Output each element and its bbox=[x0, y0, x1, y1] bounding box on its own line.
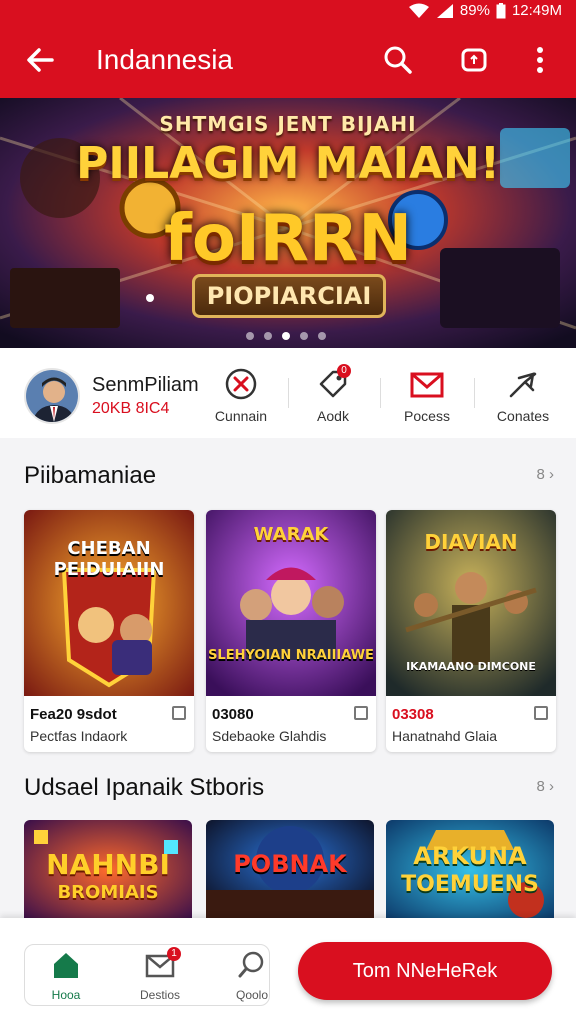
clock: 12:49M bbox=[511, 2, 562, 19]
game-card-art-title: NAHNBI bbox=[46, 848, 170, 881]
nav-item-search[interactable]: Qoolo bbox=[217, 951, 287, 1002]
divider bbox=[288, 378, 289, 408]
signal-icon bbox=[436, 3, 454, 19]
more-vertical-icon[interactable] bbox=[522, 42, 558, 78]
game-card-art-title: WARAK bbox=[253, 524, 329, 545]
mail-icon: 1 bbox=[145, 947, 181, 984]
carousel-dot[interactable] bbox=[246, 332, 254, 340]
chevron-right-icon: › bbox=[549, 466, 554, 483]
game-card-title: 03080 bbox=[212, 706, 254, 723]
game-card-subtitle: Sdebaoke Glahdis bbox=[212, 728, 327, 744]
divider bbox=[380, 378, 381, 408]
bottom-nav: Hooa 1 Destios Qoolo bbox=[24, 944, 270, 1006]
mail-icon bbox=[409, 366, 445, 402]
quick-action-aodk[interactable]: 0 Aodk bbox=[290, 364, 376, 426]
section-title: Udsael Ipanaik Stboris bbox=[24, 774, 265, 801]
game-card-art-title: DIAVIAN bbox=[424, 530, 518, 554]
carousel-dot[interactable] bbox=[264, 332, 272, 340]
quick-action-label: Cunnain bbox=[214, 408, 268, 424]
send-icon bbox=[505, 366, 541, 402]
notification-badge: 1 bbox=[167, 947, 181, 961]
game-card-art-subtitle: BROMIAIS bbox=[57, 882, 159, 903]
user-name[interactable]: SenmPiliam bbox=[92, 374, 199, 397]
quick-action-conates[interactable]: Conates bbox=[480, 366, 566, 426]
nav-item-label: Destios bbox=[139, 988, 180, 1002]
notification-badge: 0 bbox=[337, 364, 351, 378]
back-arrow-icon[interactable] bbox=[22, 42, 58, 78]
divider bbox=[474, 378, 475, 408]
status-bar: 89% 12:49M bbox=[0, 0, 576, 22]
nav-item-messages[interactable]: 1 Destios bbox=[125, 947, 195, 1002]
search-icon[interactable] bbox=[380, 42, 416, 78]
quick-action-cunnain[interactable]: Cunnain bbox=[198, 366, 284, 426]
cancel-circle-icon bbox=[223, 366, 259, 402]
promo-banner[interactable]: SHTMGIS JENT BIJAHI PIILAGIM MAIAN! foIR… bbox=[0, 98, 576, 348]
section-more-link[interactable]: 8 › bbox=[536, 466, 554, 483]
carousel-dot[interactable] bbox=[300, 332, 308, 340]
game-card[interactable]: ARKUNA TOEMUENS bbox=[386, 820, 554, 920]
bookmark-icon[interactable] bbox=[354, 706, 368, 720]
game-card[interactable]: NAHNBI BROMIAIS bbox=[24, 820, 192, 920]
game-card-subtitle: Pectfas Indaork bbox=[30, 728, 128, 744]
banner-logo-text: foIRRN bbox=[164, 202, 412, 276]
avatar[interactable] bbox=[24, 368, 80, 424]
section-title: Piibamaniae bbox=[24, 462, 157, 489]
page-title: Indannesia bbox=[96, 44, 234, 75]
game-card-subtitle: Hanatnahd Glaia bbox=[392, 728, 498, 744]
battery-icon bbox=[496, 2, 506, 19]
carousel-dot[interactable] bbox=[318, 332, 326, 340]
section-more-count: 8 bbox=[536, 466, 545, 483]
quick-action-label: Conates bbox=[496, 408, 550, 424]
bookmark-icon[interactable] bbox=[534, 706, 548, 720]
banner-subtitle: PIOPIARCIAI bbox=[192, 274, 386, 318]
carousel-indicator bbox=[246, 332, 326, 340]
game-card-art-subtitle: TOEMUENS bbox=[401, 872, 539, 897]
nav-item-label: Hooa bbox=[51, 988, 81, 1002]
app-bar: Indannesia bbox=[0, 22, 576, 98]
section-more-count: 8 bbox=[536, 778, 545, 795]
share-icon[interactable] bbox=[456, 42, 492, 78]
game-card-art-title: ARKUNA bbox=[413, 842, 527, 870]
banner-kicker: SHTMGIS JENT BIJAHI bbox=[159, 112, 417, 136]
profile-strip: SenmPiliam 20KB 8IC4 Cunnain 0 Aodk Poce… bbox=[0, 348, 576, 438]
game-card-art-title: POBNAK bbox=[233, 850, 347, 878]
game-card-title: Fea20 9sdot bbox=[30, 706, 117, 723]
game-card[interactable]: POBNAK bbox=[206, 820, 374, 920]
game-card-art bbox=[386, 820, 554, 920]
game-card[interactable]: CHEBAN PEIDUIAIIN Fea20 9sdot Pectfas In… bbox=[24, 510, 194, 752]
nav-item-label: Qoolo bbox=[235, 988, 269, 1002]
user-subtitle: 20KB 8IC4 bbox=[92, 400, 170, 417]
carousel-dot-active[interactable] bbox=[282, 332, 290, 340]
search-icon bbox=[237, 951, 267, 983]
quick-action-label: Aodk bbox=[317, 408, 349, 424]
banner-title: PIILAGIM MAIAN! bbox=[76, 138, 500, 189]
game-card-art-subtitle: IKAMAANO DIMCONE bbox=[406, 660, 536, 673]
cta-button[interactable]: Tom NNeHeRek bbox=[298, 942, 552, 1000]
bookmark-icon[interactable] bbox=[172, 706, 186, 720]
game-card-art-subtitle: SLEHYOIAN NRAIIIAWE bbox=[208, 648, 374, 663]
bottom-bar: Hooa 1 Destios Qoolo Tom NNeHeRek bbox=[0, 918, 576, 1024]
home-icon bbox=[51, 953, 81, 983]
section-more-link[interactable]: 8 › bbox=[536, 778, 554, 795]
game-card-art-title: CHEBAN PEIDUIAIIN bbox=[53, 538, 165, 580]
wifi-icon bbox=[408, 3, 430, 19]
tag-icon: 0 bbox=[315, 364, 351, 402]
quick-action-label: Pocess bbox=[404, 408, 450, 424]
nav-item-home[interactable]: Hooa bbox=[31, 951, 101, 1002]
battery-level: 89% bbox=[459, 2, 490, 19]
game-card[interactable]: WARAK SLEHYOIAN NRAIIIAWE 03080 Sdebaoke… bbox=[206, 510, 376, 752]
chevron-right-icon: › bbox=[549, 778, 554, 795]
game-card[interactable]: DIAVIAN IKAMAANO DIMCONE 03308 Hanatnahd… bbox=[386, 510, 556, 752]
game-card-title: 03308 bbox=[392, 706, 434, 723]
quick-action-pocess[interactable]: Pocess bbox=[384, 366, 470, 426]
